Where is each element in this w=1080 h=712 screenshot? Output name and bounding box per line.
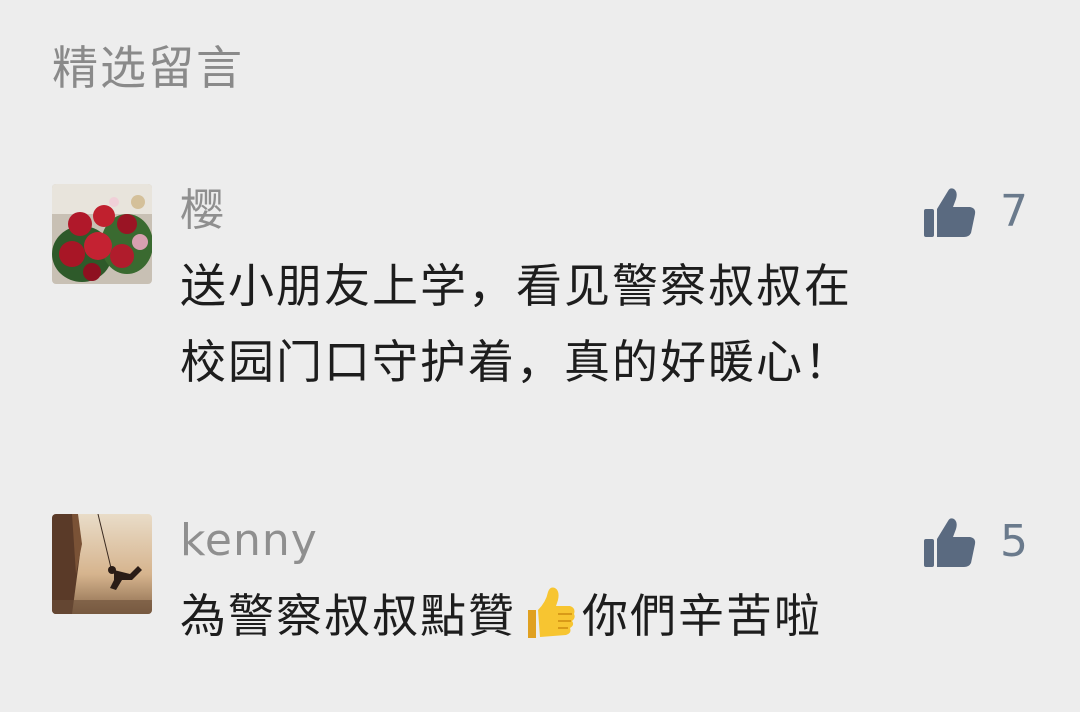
comment-text: 為警察叔叔點贊 你們辛苦啦: [180, 578, 1020, 654]
thumbs-up-icon: [924, 518, 976, 567]
like-count: 7: [1000, 186, 1028, 237]
comment-text-line: 送小朋友上学，看见警察叔叔在: [180, 259, 852, 313]
comment-text: 送小朋友上学，看见警察叔叔在 校园门口守护着，真的好暖心！: [180, 248, 1020, 400]
avatar[interactable]: [52, 514, 152, 614]
nickname[interactable]: 樱: [180, 178, 225, 244]
nickname[interactable]: kenny: [180, 508, 318, 574]
avatar[interactable]: [52, 184, 152, 284]
like-button[interactable]: 7: [922, 182, 1028, 242]
comment-text-line: 為警察叔叔點贊 你們辛苦啦: [180, 578, 1020, 654]
thumbs-up-icon: [924, 188, 976, 237]
climber-avatar-image: [52, 514, 152, 614]
section-title: 精选留言: [52, 41, 244, 95]
roses-avatar-image: [52, 184, 152, 284]
comment-text-after-emoji: 你們辛苦啦: [582, 589, 822, 643]
comment-text-line: 校园门口守护着，真的好暖心！: [180, 335, 852, 389]
comment-text-before-emoji: 為警察叔叔點贊: [180, 589, 516, 643]
like-button[interactable]: 5: [922, 512, 1028, 572]
like-count: 5: [1000, 516, 1028, 567]
thumbs-up-emoji-icon: [528, 587, 575, 638]
